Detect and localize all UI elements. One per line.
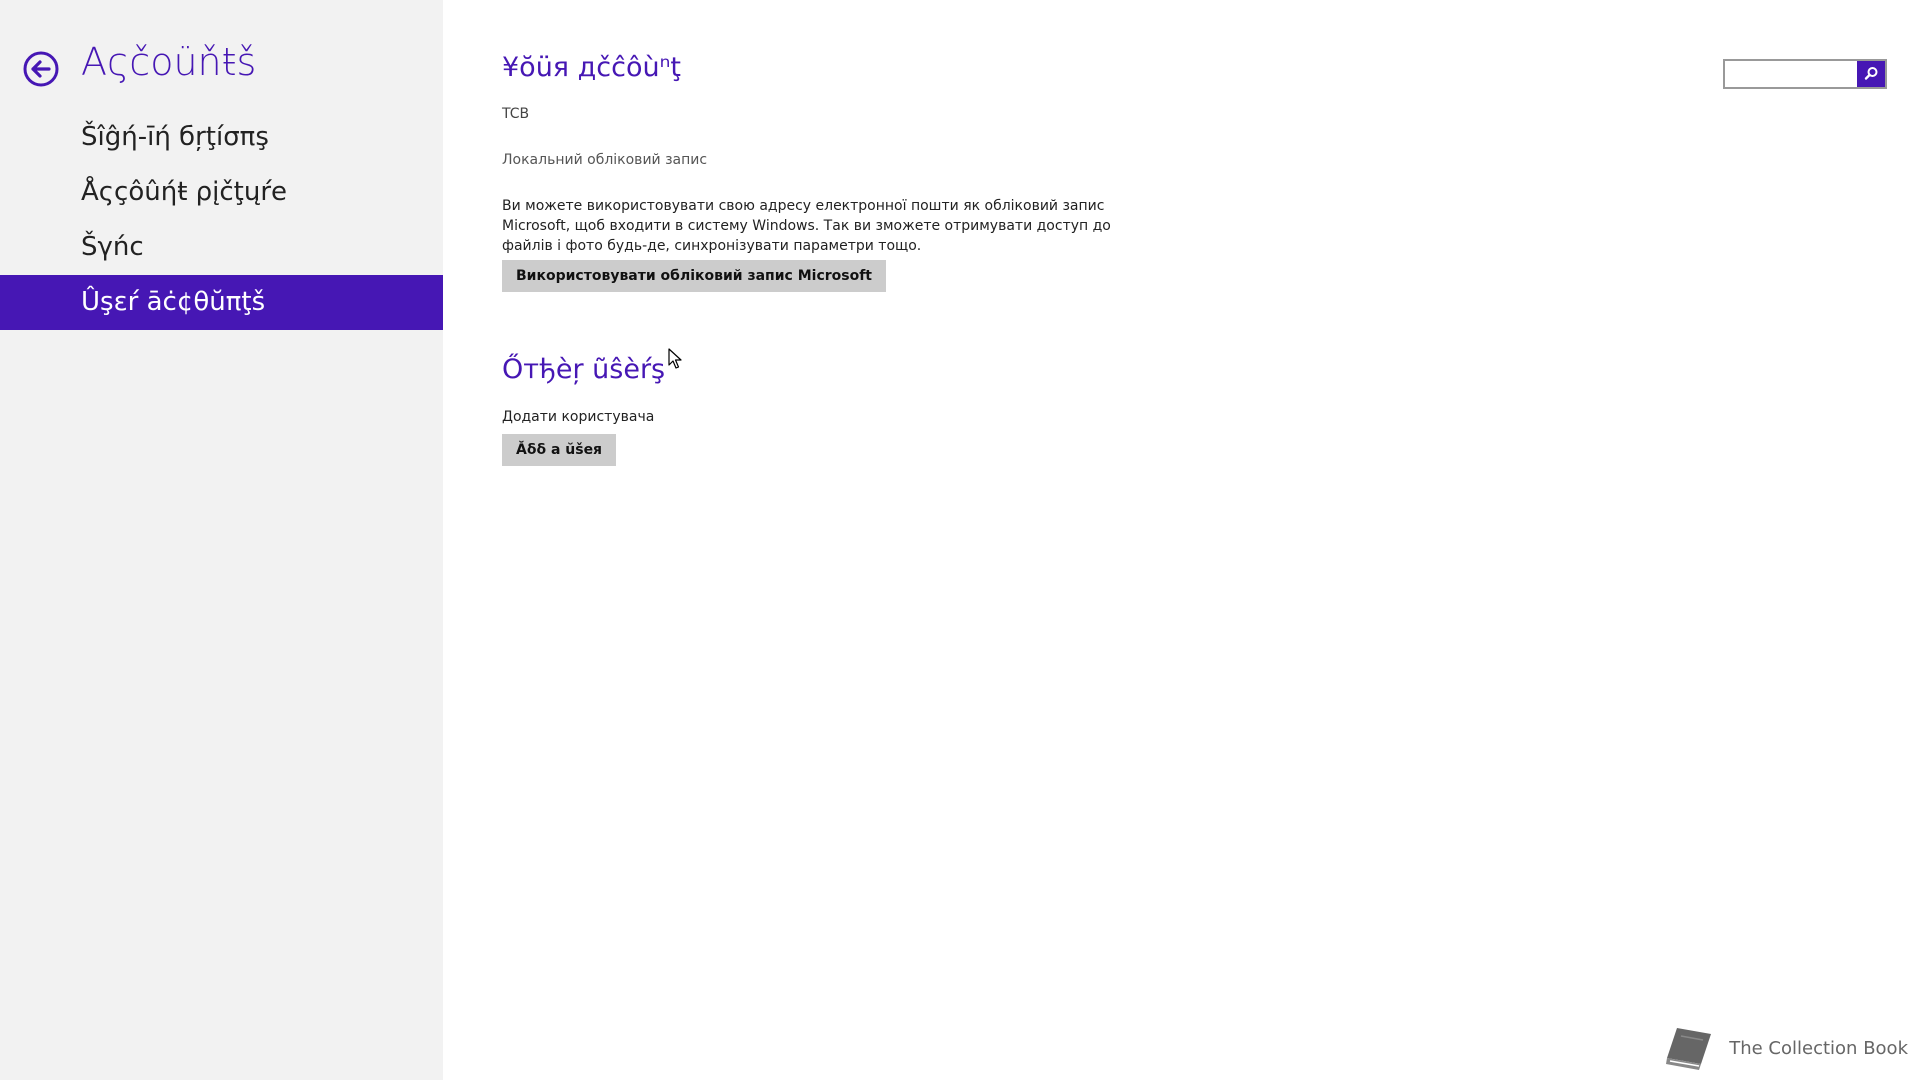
sidebar-nav: Šîĝή-īή бŗţíσπş Åςçôûήŧ ρįčţųŕе Šγńс Ûşε… <box>0 110 443 330</box>
add-user-label: Додати користувача <box>502 409 655 425</box>
your-account-heading: ¥ŏüя дčĉôùⁿţ <box>502 52 681 83</box>
account-type: Локальний обліковий запис <box>502 152 708 168</box>
search-box <box>1723 59 1887 89</box>
sidebar-item-sync[interactable]: Šγńс <box>0 220 443 275</box>
watermark-text: The Collection Book <box>1729 1037 1908 1059</box>
page-title: Aςčoüňŧš <box>81 40 257 84</box>
mouse-pointer-icon <box>668 348 682 370</box>
sidebar: Aςčoüňŧš Šîĝή-īή бŗţíσπş Åςçôûήŧ ρįčţųŕе… <box>0 0 443 1080</box>
search-button[interactable] <box>1857 61 1885 87</box>
add-user-button[interactable]: Ăδδ а ŭšея <box>502 434 617 466</box>
search-icon <box>1864 67 1878 80</box>
sidebar-item-user-accounts[interactable]: Ûşεŕ āċ¢θŭπţš <box>0 275 443 330</box>
watermark: The Collection Book <box>1663 1022 1908 1074</box>
back-button[interactable] <box>22 50 60 88</box>
book-icon <box>1666 1028 1712 1070</box>
back-arrow-circle-icon <box>23 51 59 87</box>
account-description: Ви можете використовувати свою адресу ел… <box>502 198 1111 254</box>
use-microsoft-account-button[interactable]: Використовувати обліковий запис Microsof… <box>502 260 886 292</box>
sidebar-item-sign-in-options[interactable]: Šîĝή-īή бŗţíσπş <box>0 110 443 165</box>
search-input[interactable] <box>1725 61 1871 87</box>
sidebar-item-account-picture[interactable]: Åςçôûήŧ ρįčţųŕе <box>0 165 443 220</box>
account-name: TCB <box>502 106 530 122</box>
other-users-heading: Őтђèŗ ũŝèŕş <box>502 354 666 385</box>
